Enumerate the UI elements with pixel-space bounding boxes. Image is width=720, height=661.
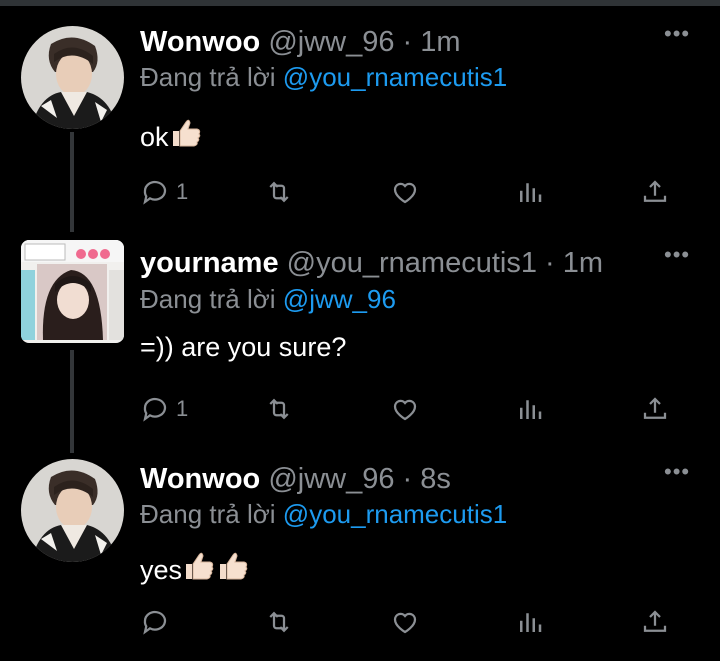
tweet-actions <box>140 602 680 642</box>
tweet-actions: 1 <box>140 389 680 429</box>
handle-time: @jww_96 · 8s <box>268 463 451 495</box>
reply-count: 1 <box>176 396 189 421</box>
like-button[interactable] <box>390 602 420 642</box>
display-name[interactable]: yourname @you_rnamecutis1 · 1m <box>140 247 603 280</box>
more-options-icon[interactable]: ••• <box>664 244 692 274</box>
replying-to: Đang trả lời @you_rnamecutis1 <box>140 62 507 93</box>
display-name-text[interactable]: Wonwoo <box>140 26 260 58</box>
analytics-icon <box>520 400 542 419</box>
handle-time: @you_rnamecutis1 · 1m <box>286 247 604 279</box>
share-button[interactable] <box>640 172 670 212</box>
replying-prefix: Đang trả lời <box>140 62 276 92</box>
reply-icon <box>143 180 167 205</box>
analytics-button[interactable] <box>515 172 545 212</box>
top-divider <box>0 0 720 6</box>
avatar[interactable] <box>21 459 124 562</box>
analytics-icon <box>520 613 542 632</box>
like-button[interactable] <box>390 389 420 429</box>
retweet-icon <box>269 181 289 203</box>
thumbs-up-icon <box>216 549 250 590</box>
share-icon <box>643 397 667 419</box>
retweet-button[interactable] <box>264 172 294 212</box>
analytics-button[interactable] <box>515 389 545 429</box>
reply-icon <box>143 610 167 635</box>
reply-button[interactable] <box>140 602 176 642</box>
reply-button[interactable]: 1 <box>140 172 188 212</box>
share-button[interactable] <box>640 389 670 429</box>
reply-count: 1 <box>176 179 189 204</box>
replying-handle-link[interactable]: @you_rnamecutis1 <box>283 62 507 92</box>
thumbs-up-icon <box>182 549 216 590</box>
like-icon <box>393 612 417 634</box>
display-name-text[interactable]: yourname <box>140 247 279 279</box>
like-button[interactable] <box>390 172 420 212</box>
replying-to: Đang trả lời @jww_96 <box>140 284 396 315</box>
like-icon <box>393 399 417 421</box>
retweet-icon <box>269 611 289 633</box>
more-options-icon[interactable]: ••• <box>664 23 692 53</box>
tweet[interactable]: Wonwoo @jww_96 · 1m ••• Đang trả lời @yo… <box>0 23 720 216</box>
tweet-actions: 1 <box>140 172 680 212</box>
share-button[interactable] <box>640 602 670 642</box>
share-icon <box>643 610 667 632</box>
tweet-text-content: ok <box>140 122 169 152</box>
tweet-text: yes <box>140 549 250 590</box>
analytics-icon <box>520 183 542 202</box>
retweet-button[interactable] <box>264 602 294 642</box>
replying-prefix: Đang trả lời <box>140 284 276 314</box>
retweet-button[interactable] <box>264 389 294 429</box>
display-name[interactable]: Wonwoo @jww_96 · 1m <box>140 26 461 59</box>
tweet-text: =)) are you sure? <box>140 332 347 362</box>
tweet-text: ok <box>140 116 203 157</box>
handle-time: @jww_96 · 1m <box>268 26 461 58</box>
more-options-icon[interactable]: ••• <box>664 461 692 491</box>
share-icon <box>643 180 667 202</box>
reply-button[interactable]: 1 <box>140 389 188 429</box>
replying-handle-link[interactable]: @jww_96 <box>283 284 396 314</box>
thumbs-up-icon <box>169 116 203 157</box>
like-icon <box>393 182 417 204</box>
retweet-icon <box>269 398 289 420</box>
tweet-text-content: yes <box>140 555 183 585</box>
replying-prefix: Đang trả lời <box>140 499 276 529</box>
avatar[interactable] <box>21 240 124 343</box>
display-name[interactable]: Wonwoo @jww_96 · 8s <box>140 463 451 496</box>
display-name-text[interactable]: Wonwoo <box>140 463 260 495</box>
tweet[interactable]: Wonwoo @jww_96 · 8s ••• Đang trả lời @yo… <box>0 459 720 649</box>
replying-handle-link[interactable]: @you_rnamecutis1 <box>283 499 507 529</box>
avatar[interactable] <box>21 26 124 129</box>
analytics-button[interactable] <box>515 602 545 642</box>
tweet[interactable]: yourname @you_rnamecutis1 · 1m ••• Đang … <box>0 240 720 436</box>
replying-to: Đang trả lời @you_rnamecutis1 <box>140 499 507 530</box>
reply-icon <box>143 397 167 422</box>
